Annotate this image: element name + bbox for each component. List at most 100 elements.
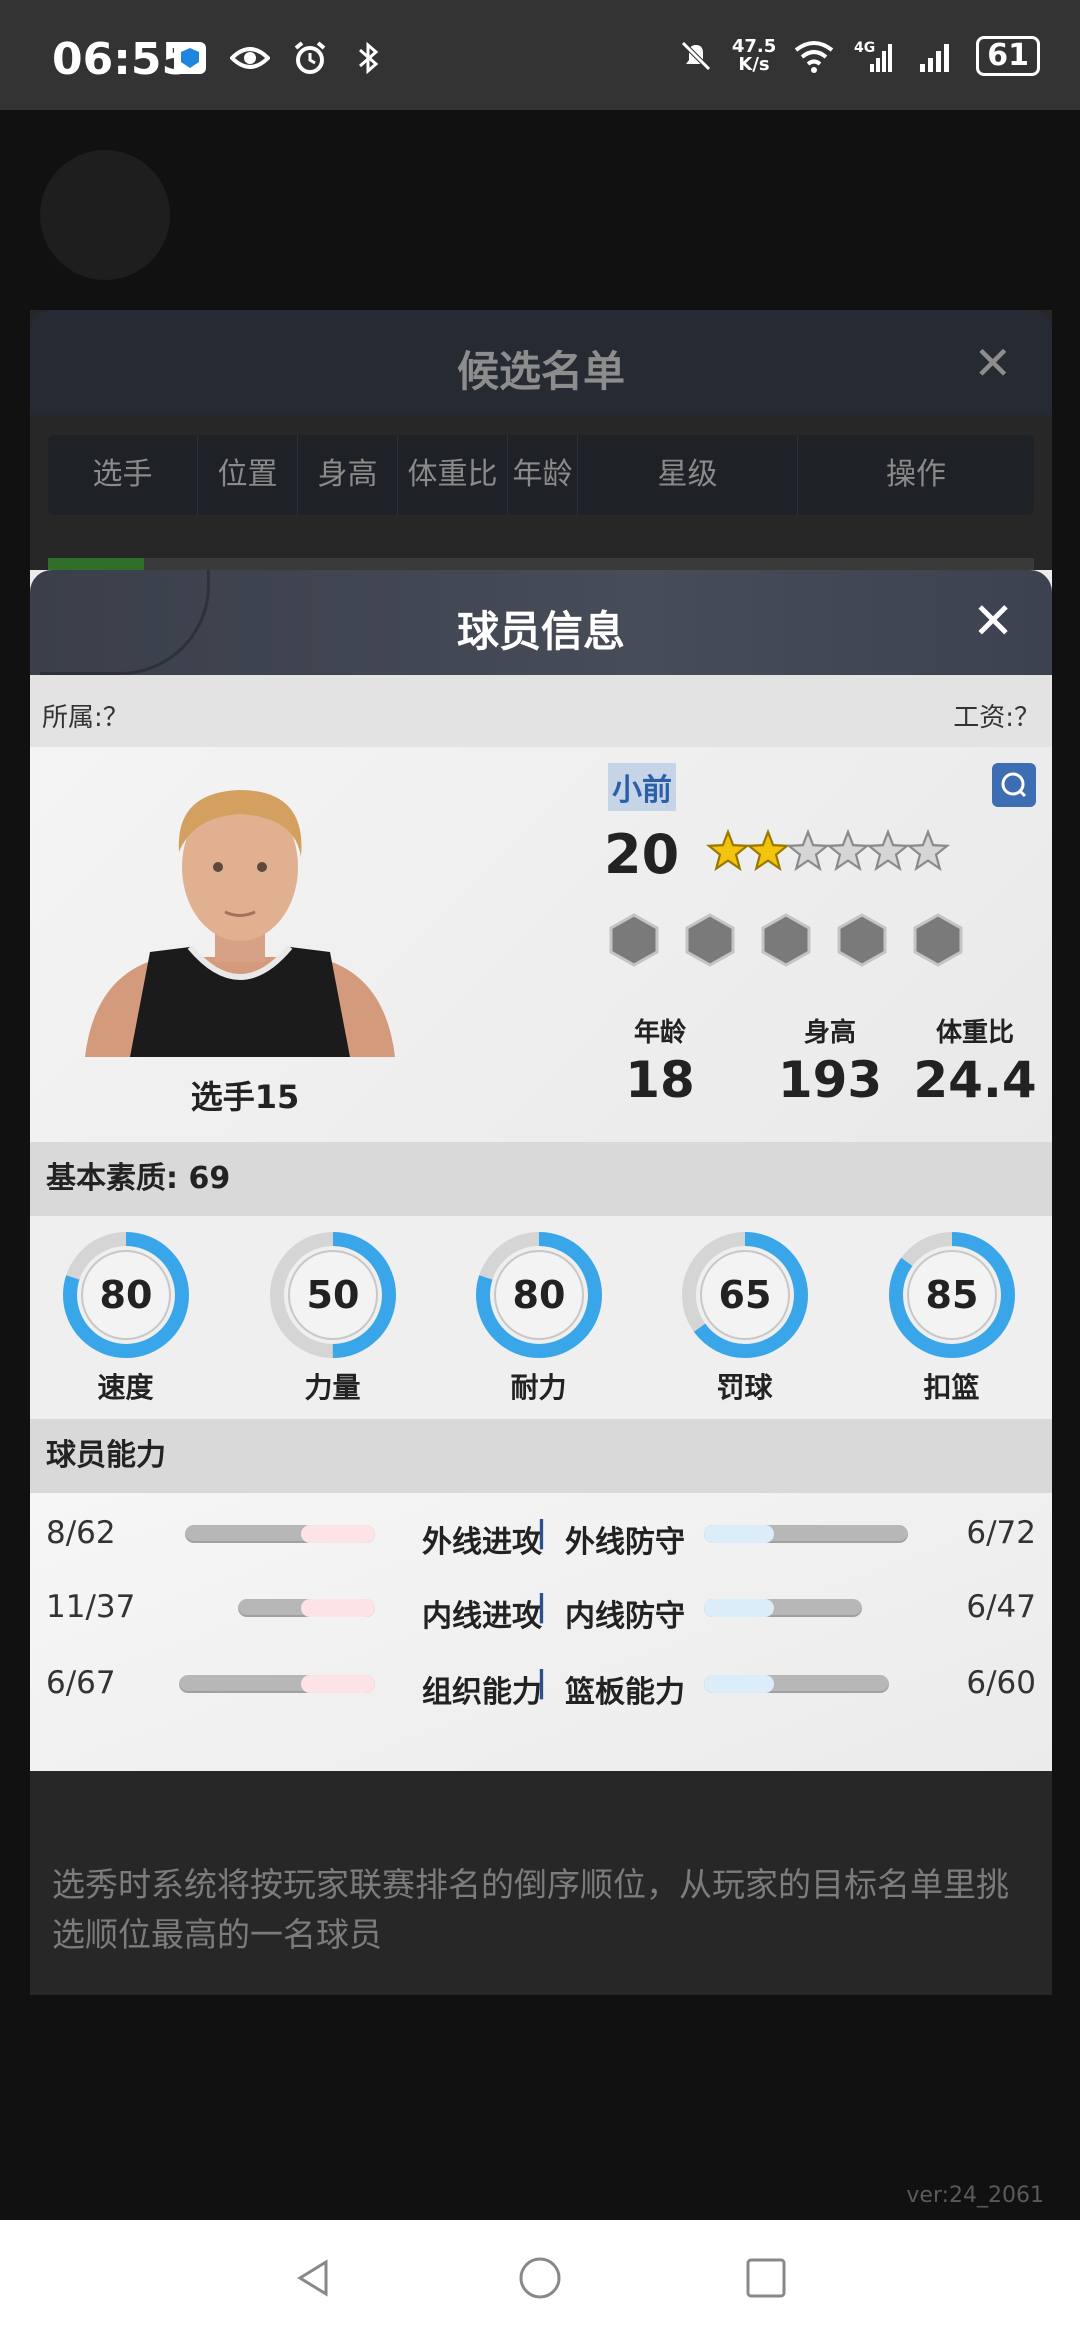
player-ability-header: 球员能力 xyxy=(30,1419,1052,1493)
attribute-gauge: 85 xyxy=(888,1232,1015,1358)
eye-icon xyxy=(230,47,270,69)
badge-slots xyxy=(608,912,964,968)
ability-right-name: 内线防守 xyxy=(565,1599,685,1634)
version-label: ver:24_2061 xyxy=(906,2183,1044,2208)
navigation-bar xyxy=(0,2220,1080,2331)
team-logo-bg xyxy=(40,150,170,280)
attribute-label: 速度 xyxy=(97,1371,154,1404)
attribute-ring: 85 扣篮 xyxy=(884,1228,1019,1406)
candidate-header: 候选名单 ✕ xyxy=(30,310,1052,415)
basic-attributes: 80 速度 50 力量 80 耐力 65 罚球 85 扣篮 xyxy=(30,1216,1052,1419)
stat-weight-ratio-value: 24.4 xyxy=(913,1051,1037,1109)
ability-left-value: 11/37 xyxy=(46,1589,136,1625)
star-empty-icon xyxy=(866,828,910,872)
ability-left-fill xyxy=(301,1599,375,1617)
attribute-ring: 65 罚球 xyxy=(677,1228,812,1406)
star-filled-icon xyxy=(746,828,790,872)
attribute-label: 罚球 xyxy=(716,1371,773,1404)
stat-age: 年龄 18 xyxy=(590,1012,730,1109)
ability-right-name: 外线防守 xyxy=(565,1525,685,1560)
basic-quality-header: 基本素质: 69 xyxy=(30,1142,1052,1216)
star-empty-icon xyxy=(786,828,830,872)
candidate-title: 候选名单 xyxy=(456,347,625,396)
stat-weight-ratio-label: 体重比 xyxy=(935,1018,1014,1048)
column-age[interactable]: 年龄 xyxy=(508,435,578,515)
signal-4g-icon: 4G xyxy=(854,40,893,72)
stat-height: 身高 193 xyxy=(750,1012,910,1109)
column-position[interactable]: 位置 xyxy=(198,435,298,515)
affiliation-text: 所属:？ xyxy=(42,703,129,733)
status-icons-left xyxy=(172,40,386,76)
search-button[interactable] xyxy=(992,763,1036,807)
ability-right-value: 6/47 xyxy=(966,1589,1036,1625)
empty-badge-icon xyxy=(685,913,735,967)
ability-left-name: 组织能力 xyxy=(422,1675,542,1710)
candidate-close-icon[interactable]: ✕ xyxy=(973,336,1012,390)
ability-left-value: 6/67 xyxy=(46,1665,116,1701)
search-icon xyxy=(1001,772,1027,798)
bluetooth-icon xyxy=(359,41,379,75)
ability-right-fill xyxy=(704,1599,774,1617)
ability-left-bar xyxy=(185,1525,375,1543)
attribute-label: 力量 xyxy=(304,1371,361,1404)
stat-weight-ratio: 体重比 24.4 xyxy=(900,1012,1050,1109)
alarm-icon xyxy=(294,41,326,74)
ability-right-name: 篮板能力 xyxy=(565,1675,685,1710)
star-rating xyxy=(706,821,950,881)
ability-left-fill xyxy=(301,1675,375,1693)
attribute-gauge: 50 xyxy=(269,1232,396,1358)
attribute-ring: 50 力量 xyxy=(265,1228,400,1406)
app-notification-icon xyxy=(174,42,206,74)
attribute-label: 扣篮 xyxy=(923,1371,980,1404)
attribute-value: 85 xyxy=(925,1273,978,1317)
ability-right-fill xyxy=(704,1675,774,1693)
ability-left-fill xyxy=(301,1525,375,1543)
attribute-value: 80 xyxy=(512,1273,565,1317)
back-icon xyxy=(297,2259,328,2297)
attribute-value: 80 xyxy=(99,1273,152,1317)
column-action: 操作 xyxy=(886,457,946,492)
player-portrait xyxy=(85,790,395,1057)
status-bar: 06:55 47.5 K/s 4G 61 xyxy=(0,0,1080,110)
svg-text:4G: 4G xyxy=(854,40,875,56)
salary-text: 工资:？ xyxy=(953,703,1040,733)
column-player[interactable]: 选手 xyxy=(48,435,198,515)
close-icon[interactable]: ✕ xyxy=(972,592,1014,650)
empty-badge-icon xyxy=(913,913,963,967)
attribute-label: 耐力 xyxy=(510,1371,567,1404)
ability-list: 8/62 外线进攻 | 外线防守 6/72 11/37 内线进攻 | 内线防守 6/47 6/67 组… xyxy=(30,1493,1052,1771)
player-info-modal: 球员信息 ✕ 所属:？ 工资:？ 选手15 小前 20 年龄 18 身高 193… xyxy=(30,570,1052,1771)
ability-left-value: 8/62 xyxy=(46,1515,116,1551)
ability-right-bar xyxy=(704,1525,908,1543)
home-button[interactable] xyxy=(518,2256,562,2304)
column-height[interactable]: 身高 xyxy=(298,435,398,515)
attribute-gauge: 65 xyxy=(681,1232,808,1358)
ability-left-name: 内线进攻 xyxy=(422,1599,542,1634)
ability-left-bar xyxy=(179,1675,375,1693)
affiliation-row: 所属:？ 工资:？ xyxy=(30,675,1052,747)
star-empty-icon xyxy=(906,828,950,872)
position-badge: 小前 xyxy=(608,763,676,811)
ability-row: 6/67 组织能力 | 篮板能力 6/60 xyxy=(30,1653,1052,1713)
home-icon xyxy=(519,2257,561,2299)
recents-button[interactable] xyxy=(744,2256,788,2304)
candidate-columns: 选手 位置 身高 体重比 年龄 星级 操作 xyxy=(48,435,1034,515)
star-empty-icon xyxy=(826,828,870,872)
back-button[interactable] xyxy=(292,2256,336,2304)
ability-right-bar xyxy=(704,1599,862,1617)
player-name: 选手15 xyxy=(190,1078,300,1116)
ability-right-bar xyxy=(704,1675,889,1693)
modal-header: 球员信息 ✕ xyxy=(30,570,1052,675)
stat-height-label: 身高 xyxy=(803,1018,856,1048)
column-weight-ratio[interactable]: 体重比 xyxy=(398,435,508,515)
star-filled-icon xyxy=(706,828,750,872)
attribute-gauge: 80 xyxy=(62,1232,189,1358)
draft-tip-text: 选秀时系统将按玩家联赛排名的倒序顺位，从玩家的目标名单里挑选顺位最高的一名球员 xyxy=(52,1865,1009,1954)
ability-row: 8/62 外线进攻 | 外线防守 6/72 xyxy=(30,1503,1052,1563)
net-speed: 47.5 K/s xyxy=(732,38,776,74)
column-stars[interactable]: 星级 xyxy=(578,435,798,515)
recents-icon xyxy=(746,2258,786,2298)
mute-bell-icon xyxy=(681,41,711,71)
ability-right-value: 6/60 xyxy=(966,1665,1036,1701)
player-profile: 选手15 小前 20 年龄 18 身高 193 体重比 24.4 xyxy=(30,747,1052,1142)
